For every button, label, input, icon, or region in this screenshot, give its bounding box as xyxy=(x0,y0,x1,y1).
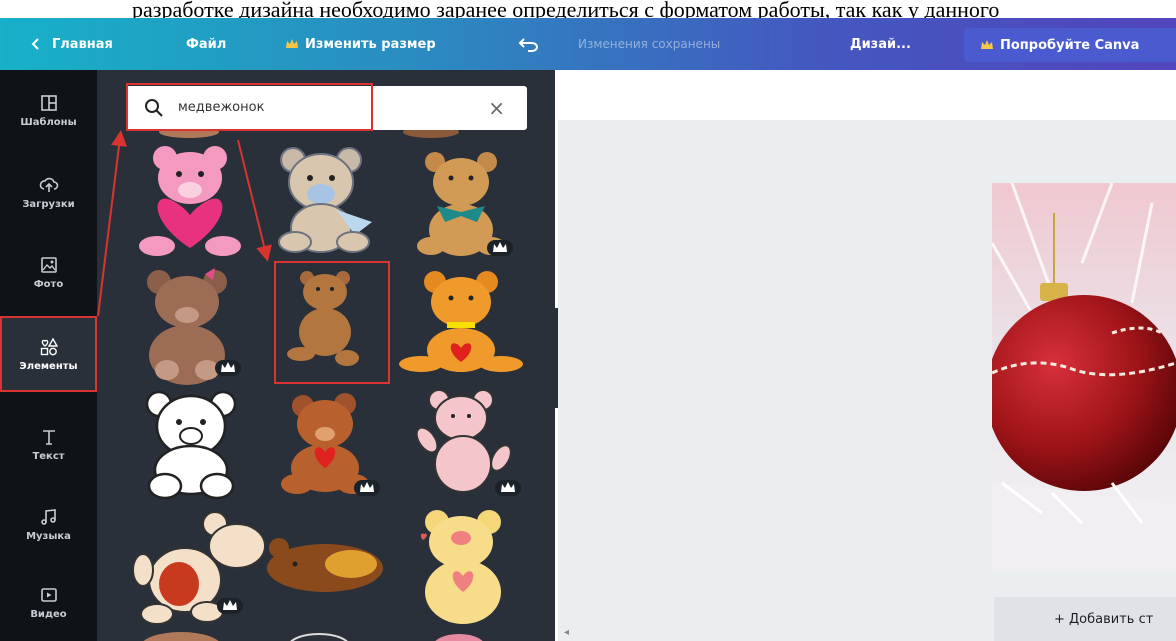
elements-icon xyxy=(40,337,58,355)
photo-icon xyxy=(40,256,57,273)
templates-icon xyxy=(40,94,57,111)
text-icon xyxy=(42,429,55,445)
ornament-image xyxy=(992,183,1176,571)
sticker-tan-bear-blue-scarf[interactable] xyxy=(278,147,372,253)
canvas-toolbar xyxy=(558,70,1176,120)
resize-button[interactable]: Изменить размер xyxy=(285,18,436,70)
nav-label: Текст xyxy=(32,450,65,462)
saved-status: Изменения сохранены xyxy=(578,18,720,70)
christmas-ornament-photo[interactable] xyxy=(992,183,1176,571)
sticker-cream-bear-red-belly[interactable] xyxy=(132,511,266,625)
sticker-brown-bear-pink-bow[interactable] xyxy=(147,268,227,385)
file-label: Файл xyxy=(186,36,227,52)
home-button[interactable]: Главная xyxy=(30,18,113,70)
undo-icon xyxy=(518,38,538,52)
nav-text[interactable]: Текст xyxy=(0,406,97,482)
nav-video[interactable]: Видео xyxy=(0,564,97,640)
nav-templates[interactable]: Шаблоны xyxy=(0,72,97,148)
crown-badge xyxy=(215,360,241,376)
sticker-partial-bottom-1[interactable] xyxy=(141,632,221,641)
design-name-text: Дизай... xyxy=(850,36,911,52)
sticker-bear-teal-bow[interactable] xyxy=(417,152,505,256)
video-icon xyxy=(40,587,57,602)
design-name[interactable]: Дизай... xyxy=(850,18,911,70)
sticker-brown-bear-lying[interactable] xyxy=(267,538,383,592)
nav-photos[interactable]: Фото xyxy=(0,234,97,310)
nav-label: Шаблоны xyxy=(20,116,77,128)
nav-label: Фото xyxy=(33,278,64,290)
sticker-brown-bear-red-heart[interactable] xyxy=(281,393,369,494)
add-page-button[interactable]: + Добавить ст xyxy=(994,597,1176,641)
left-nav: Шаблоны Загрузки Фото Элементы Текст Муз… xyxy=(0,70,97,641)
crown-icon xyxy=(981,40,993,49)
selected-sticker-highlight xyxy=(274,261,390,384)
crown-badge xyxy=(487,240,513,256)
chevron-left-icon xyxy=(31,38,39,50)
resize-label: Изменить размер xyxy=(305,36,436,52)
crown-badge xyxy=(495,480,521,496)
undo-button[interactable] xyxy=(518,18,540,70)
upload-cloud-icon xyxy=(39,177,58,192)
search-highlight xyxy=(126,83,373,131)
sticker-yellow-bear-heart[interactable] xyxy=(420,510,501,624)
clear-search-icon[interactable]: × xyxy=(488,98,505,118)
nav-elements[interactable]: Элементы xyxy=(0,316,97,392)
sticker-pink-bear-heart[interactable] xyxy=(139,146,241,256)
nav-label: Музыка xyxy=(26,530,71,542)
crown-badge xyxy=(354,480,380,496)
try-canva-button[interactable]: Попробуйте Canva xyxy=(964,28,1176,62)
sticker-white-bear-outline[interactable] xyxy=(145,390,237,500)
saved-status-text: Изменения сохранены xyxy=(578,37,721,51)
scroll-left-icon[interactable]: ◂ xyxy=(564,627,569,638)
music-icon xyxy=(40,508,56,525)
crown-badge xyxy=(217,598,243,614)
try-canva-label: Попробуйте Canva xyxy=(1000,37,1140,53)
top-bar: Главная Файл Изменить размер Изменения с… xyxy=(0,18,1176,70)
sticker-partial-bottom-3[interactable] xyxy=(433,634,485,641)
sticker-partial-bottom-2[interactable] xyxy=(289,633,349,641)
home-label: Главная xyxy=(52,36,113,52)
add-page-label: + Добавить ст xyxy=(1054,611,1154,627)
sticker-pink-bear-waving[interactable] xyxy=(412,389,515,493)
crown-icon xyxy=(286,39,298,48)
nav-label: Элементы xyxy=(19,360,78,372)
nav-uploads[interactable]: Загрузки xyxy=(0,154,97,230)
nav-label: Загрузки xyxy=(22,198,75,210)
nav-label: Видео xyxy=(30,608,67,620)
file-menu[interactable]: Файл xyxy=(186,18,226,70)
nav-music[interactable]: Музыка xyxy=(0,486,97,562)
sticker-orange-bear-heart[interactable] xyxy=(399,271,523,372)
